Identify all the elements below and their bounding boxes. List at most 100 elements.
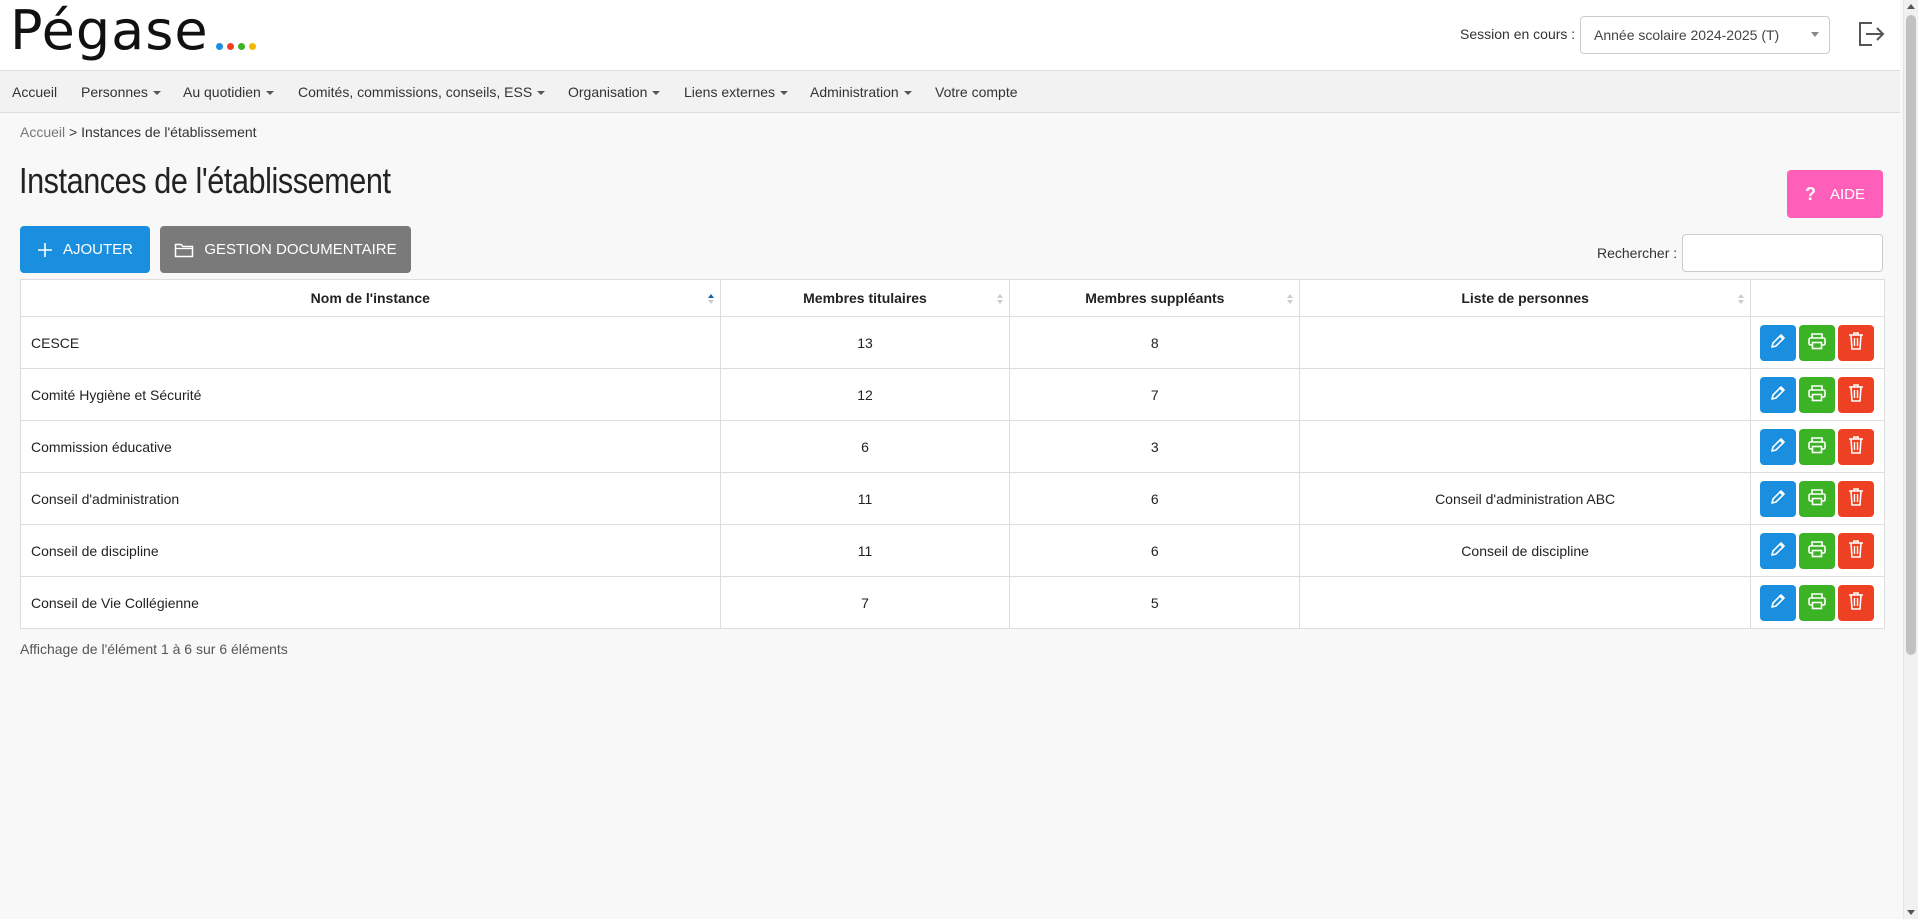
nav-item-comites[interactable]: Comités, commissions, conseils, ESS [298,71,546,113]
trash-icon [1847,331,1865,354]
cell-titulaires: 13 [719,316,1011,369]
cell-suppleants: 5 [1009,576,1301,629]
breadcrumb-current: Instances de l'établissement [81,124,257,140]
column-header-name[interactable]: Nom de l'instance [20,279,721,317]
help-label: AIDE [1829,185,1865,203]
cell-suppleants: 8 [1009,316,1301,369]
table-row: Comité Hygiène et Sécurité 12 7 [20,368,1886,421]
breadcrumb-home[interactable]: Accueil [20,124,65,140]
plus-icon [37,242,52,257]
printer-icon [1807,436,1827,457]
cell-suppleants: 7 [1009,368,1301,421]
delete-button[interactable] [1838,324,1875,361]
logout-icon[interactable] [1856,20,1886,48]
column-header-liste[interactable]: Liste de personnes [1299,279,1751,317]
session-select[interactable]: Année scolaire 2024-2025 (T) [1580,16,1830,54]
pencil-icon [1769,488,1787,509]
pencil-icon [1769,436,1787,457]
pencil-icon [1769,332,1787,353]
column-header-suppleants[interactable]: Membres suppléants [1009,279,1301,317]
delete-button[interactable] [1838,428,1875,465]
nav-item-organisation[interactable]: Organisation [568,71,661,113]
nav-item-votre-compte[interactable]: Votre compte [935,71,1018,113]
nav-item-accueil[interactable]: Accueil [12,71,57,113]
print-button[interactable] [1799,480,1836,517]
delete-button[interactable] [1838,376,1875,413]
table-info: Affichage de l'élément 1 à 6 sur 6 éléme… [20,641,288,657]
document-management-label: GESTION DOCUMENTAIRE [204,241,397,258]
cell-titulaires: 6 [719,420,1011,473]
print-button[interactable] [1799,324,1836,361]
caret-down-icon [265,91,274,96]
cell-liste [1299,576,1751,629]
nav-item-administration[interactable]: Administration [810,71,912,113]
folder-icon [175,243,194,257]
trash-icon [1847,487,1865,510]
cell-titulaires: 12 [719,368,1011,421]
scroll-up-icon[interactable] [1907,4,1915,9]
logo-dot-red [227,43,234,50]
cell-suppleants: 6 [1009,472,1301,525]
scroll-down-icon[interactable] [1907,910,1915,915]
edit-button[interactable] [1760,376,1797,413]
cell-titulaires: 11 [719,472,1011,525]
nav-item-personnes[interactable]: Personnes [81,71,161,113]
cell-liste [1299,316,1751,369]
logo-dot-green [238,43,245,50]
vertical-scrollbar[interactable] [1903,0,1918,919]
app-logo[interactable]: Pégase [10,0,209,66]
question-icon: ? [1804,183,1816,204]
print-button[interactable] [1799,584,1836,621]
edit-button[interactable] [1760,428,1797,465]
edit-button[interactable] [1760,532,1797,569]
printer-icon [1807,332,1827,353]
caret-down-icon [652,91,661,96]
cell-name: Commission éducative [20,420,721,473]
document-management-button[interactable]: GESTION DOCUMENTAIRE [160,226,411,273]
nav-item-au-quotidien[interactable]: Au quotidien [183,71,274,113]
delete-button[interactable] [1838,584,1875,621]
caret-down-icon [903,91,912,96]
search-input[interactable] [1682,234,1883,272]
nav-item-liens-externes[interactable]: Liens externes [684,71,789,113]
table-body: CESCE 13 8 Comité Hygiène et Sécurité 12 7 Com… [20,316,1886,629]
printer-icon [1807,488,1827,509]
table-header-row: Nom de l'instance Membres titulaires Mem… [20,279,1886,317]
pencil-icon [1769,592,1787,613]
edit-button[interactable] [1760,480,1797,517]
help-button[interactable]: ? AIDE [1787,170,1883,218]
cell-suppleants: 6 [1009,524,1301,577]
caret-down-icon [152,91,161,96]
cell-suppleants: 3 [1009,420,1301,473]
delete-button[interactable] [1838,532,1875,569]
table-row: Conseil d'administration 11 6 Conseil d'adm… [20,472,1886,525]
delete-button[interactable] [1838,480,1875,517]
sort-asc-icon [707,294,714,304]
column-header-titulaires[interactable]: Membres titulaires [719,279,1011,317]
trash-icon [1847,591,1865,614]
print-button[interactable] [1799,376,1836,413]
edit-button[interactable] [1760,324,1797,361]
add-label: AJOUTER [62,241,133,258]
cell-actions [1749,472,1886,525]
cell-actions [1749,368,1886,421]
trash-icon [1847,435,1865,458]
add-button[interactable]: AJOUTER [20,226,150,273]
header: Pégase Session en cours : Année scolaire… [0,0,1900,70]
print-button[interactable] [1799,532,1836,569]
logo-dot-yellow [249,43,256,50]
column-header-actions [1749,279,1886,317]
pencil-icon [1769,540,1787,561]
logo-dot-blue [216,43,223,50]
cell-name: Conseil d'administration [20,472,721,525]
cell-titulaires: 7 [719,576,1011,629]
instances-table: Nom de l'instance Membres titulaires Mem… [20,279,1886,629]
printer-icon [1807,384,1827,405]
edit-button[interactable] [1760,584,1797,621]
cell-liste [1299,420,1751,473]
main-nav: Accueil Personnes Au quotidien Comités, … [0,70,1900,113]
scroll-thumb[interactable] [1906,15,1916,655]
print-button[interactable] [1799,428,1836,465]
table-row: Commission éducative 6 3 [20,420,1886,473]
cell-actions [1749,316,1886,369]
